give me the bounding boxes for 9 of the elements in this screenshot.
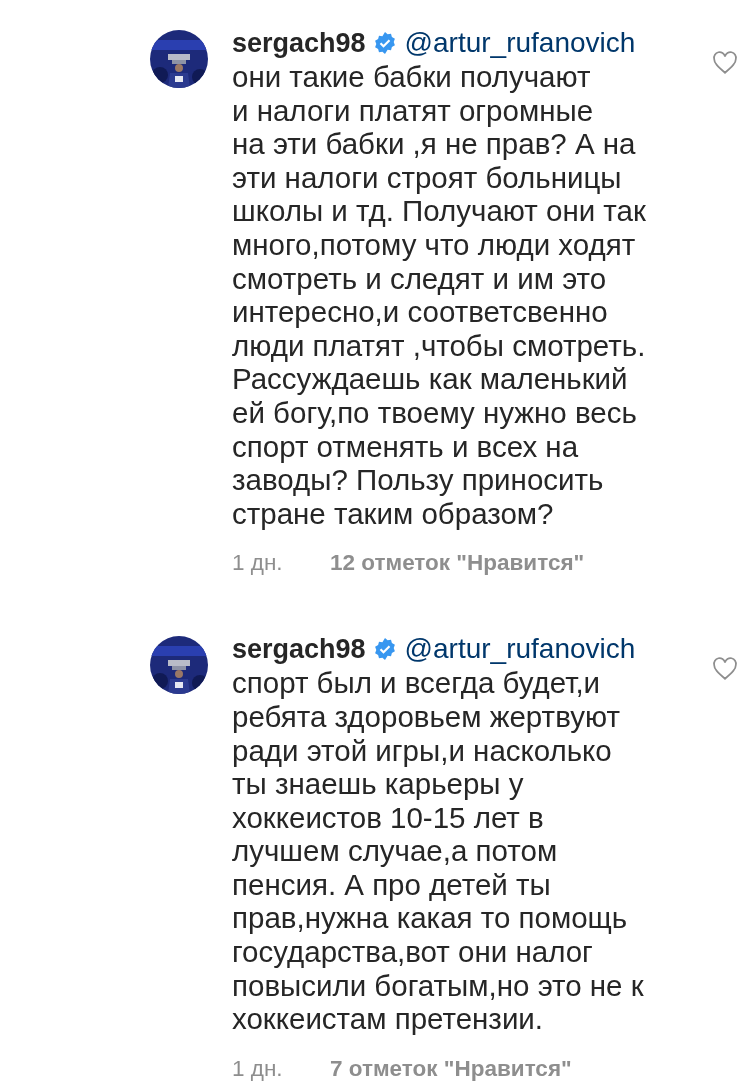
comment-time: 1 дн. xyxy=(232,550,284,577)
comment-text: они такие бабки получают и налоги платят огромные на эти бабки ,я не прав? А на эти налоги строят больницы школы и тд. Получают они так много,потому что люди ходят смотреть и следят и им это интересно,и соответсвенно люди платят ,чтобы смотреть. Рассуждаешь как маленький ей богу,по твоему нужно весь спорт отменять и всех на заводы? Пользу приносить стране таким образом? xyxy=(232,60,647,531)
comment-time: 1 дн. xyxy=(232,1055,284,1081)
comment-text: спорт был и всегда будет,и ребята здоровьем жертвуют ради этой игры,и насколько ты знаешь карьеры у хоккеистов 10-15 лет в лучшем случае,а потом пенсия. А про детей ты прав,нужна какая то помощь государства,вот они налог повысили богатым,но это не к хоккеистам претензии. xyxy=(232,666,645,1036)
username[interactable]: sergach98 xyxy=(232,633,366,665)
heart-icon[interactable] xyxy=(712,50,738,76)
mention-link[interactable]: @artur_rufanovich xyxy=(404,27,636,59)
mention-link[interactable]: @artur_rufanovich xyxy=(404,633,636,666)
username[interactable]: sergach98 xyxy=(232,27,366,59)
